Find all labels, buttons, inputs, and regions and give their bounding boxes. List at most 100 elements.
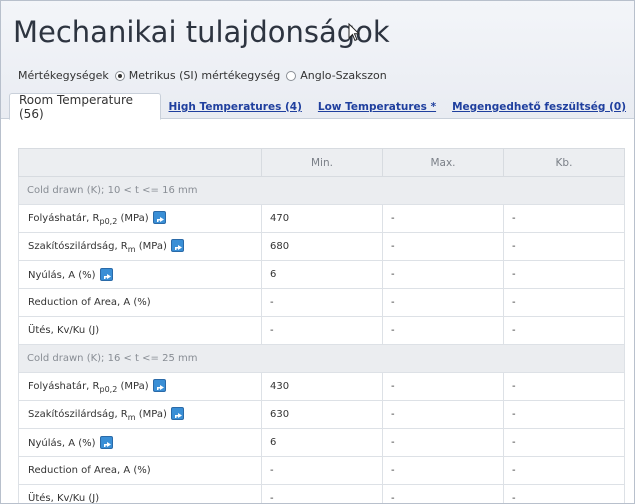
table-row: Folyáshatár, Rp0,2 (MPa) 470- - xyxy=(18,204,625,233)
property-name: Reduction of Area, A (%) xyxy=(28,297,151,308)
value-min: - xyxy=(261,288,383,317)
group-label: Cold drawn (K); 16 < t <= 25 mm xyxy=(18,344,625,373)
property-cell: Reduction of Area, A (%) xyxy=(18,456,262,485)
table-row: Szakítószilárdság, Rm (MPa) 680- - xyxy=(18,232,625,261)
units-label: Mértékegységek xyxy=(18,69,109,82)
unit-selector: Mértékegységek Metrikus (SI) mértékegysé… xyxy=(18,69,393,82)
property-cell: Nyúlás, A (%) xyxy=(18,260,262,289)
chart-link-icon[interactable] xyxy=(170,239,184,252)
table-row: Nyúlás, A (%) 6- - xyxy=(18,428,625,457)
property-name: Nyúlás, A (%) xyxy=(28,270,96,281)
value-kb: - xyxy=(503,428,625,457)
property-cell: Folyáshatár, Rp0,2 (MPa) xyxy=(18,372,262,401)
value-min: 6 xyxy=(261,260,383,289)
group-row: Cold drawn (K); 10 < t <= 16 mm xyxy=(18,176,625,205)
property-cell: Ütés, Kv/Ku (J) xyxy=(18,316,262,345)
tab-room-temperature[interactable]: Room Temperature (56) xyxy=(9,93,161,121)
property-unit: (MPa) xyxy=(117,213,149,224)
radio-anglo-label[interactable]: Anglo-Szakszon xyxy=(300,69,387,82)
tab-low-temperatures[interactable]: Low Temperatures * xyxy=(310,93,444,120)
properties-table-container: Min. Max. Kb. Cold drawn (K); 10 < t <= … xyxy=(18,148,625,504)
tab-bar: Room Temperature (56) High Temperatures … xyxy=(9,93,634,121)
chart-link-icon[interactable] xyxy=(99,268,113,281)
window: Mechanikai tulajdonságok Mértékegységek … xyxy=(0,0,635,504)
tab-high-temperatures[interactable]: High Temperatures (4) xyxy=(161,93,310,120)
table-row: Ütés, Kv/Ku (J) - - - xyxy=(18,316,625,345)
mouse-cursor-icon xyxy=(348,23,360,42)
chart-link-icon[interactable] xyxy=(152,379,166,392)
value-max: - xyxy=(382,288,504,317)
value-max: - xyxy=(382,456,504,485)
value-kb: - xyxy=(503,484,625,503)
value-kb: - xyxy=(503,260,625,289)
page-header: Mechanikai tulajdonságok Mértékegységek … xyxy=(1,1,634,121)
value-kb: - xyxy=(503,316,625,345)
group-row: Cold drawn (K); 16 < t <= 25 mm xyxy=(18,344,625,373)
value-min: 470 xyxy=(261,204,383,233)
value-kb: - xyxy=(503,232,625,261)
value-max: - xyxy=(382,400,504,429)
table-row: Szakítószilárdság, Rm (MPa) 630- - xyxy=(18,400,625,429)
value-max: - xyxy=(382,204,504,233)
header-min: Min. xyxy=(261,148,383,177)
property-cell: Ütés, Kv/Ku (J) xyxy=(18,484,262,504)
value-max: - xyxy=(382,232,504,261)
property-unit: (MPa) xyxy=(117,381,149,392)
value-min: 680 xyxy=(261,232,383,261)
property-cell: Szakítószilárdság, Rm (MPa) xyxy=(18,400,262,429)
property-name: Szakítószilárdság, R xyxy=(28,241,128,252)
radio-metric[interactable] xyxy=(114,70,125,81)
property-name: Nyúlás, A (%) xyxy=(28,438,96,449)
value-max: - xyxy=(382,428,504,457)
value-kb: - xyxy=(503,400,625,429)
value-max: - xyxy=(382,260,504,289)
value-kb: - xyxy=(503,204,625,233)
header-kb: Kb. xyxy=(503,148,625,177)
value-kb: - xyxy=(503,372,625,401)
value-min: - xyxy=(261,316,383,345)
radio-anglo[interactable] xyxy=(286,70,297,81)
value-kb: - xyxy=(503,456,625,485)
header-max: Max. xyxy=(382,148,504,177)
group-label: Cold drawn (K); 10 < t <= 16 mm xyxy=(18,176,625,205)
table-body: Cold drawn (K); 10 < t <= 16 mm Folyáshat… xyxy=(18,176,625,504)
table-row: Ütés, Kv/Ku (J) - - - xyxy=(18,484,625,504)
value-min: 430 xyxy=(261,372,383,401)
properties-table: Min. Max. Kb. Cold drawn (K); 10 < t <= … xyxy=(18,148,625,504)
value-min: - xyxy=(261,456,383,485)
property-name: Reduction of Area, A (%) xyxy=(28,465,151,476)
property-subscript: p0,2 xyxy=(99,385,118,394)
property-subscript: m xyxy=(127,413,136,422)
property-name: Ütés, Kv/Ku (J) xyxy=(28,493,100,504)
value-max: - xyxy=(382,484,504,503)
table-row: Reduction of Area, A (%) - - - xyxy=(18,288,625,317)
value-max: - xyxy=(382,316,504,345)
property-name: Szakítószilárdság, R xyxy=(28,409,128,420)
radio-metric-label[interactable]: Metrikus (SI) mértékegység xyxy=(129,69,281,82)
header-property xyxy=(18,148,262,177)
property-subscript: m xyxy=(127,245,136,254)
property-unit: (MPa) xyxy=(135,241,167,252)
value-max: - xyxy=(382,372,504,401)
chart-link-icon[interactable] xyxy=(99,436,113,449)
page-title: Mechanikai tulajdonságok xyxy=(13,15,390,49)
table-row: Folyáshatár, Rp0,2 (MPa) 430- - xyxy=(18,372,625,401)
table-row: Nyúlás, A (%) 6- - xyxy=(18,260,625,289)
property-cell: Reduction of Area, A (%) xyxy=(18,288,262,317)
property-name: Folyáshatár, R xyxy=(28,381,100,392)
property-cell: Szakítószilárdság, Rm (MPa) xyxy=(18,232,262,261)
property-name: Ütés, Kv/Ku (J) xyxy=(28,325,100,336)
value-min: - xyxy=(261,484,383,503)
chart-link-icon[interactable] xyxy=(152,211,166,224)
value-min: 630 xyxy=(261,400,383,429)
table-row: Reduction of Area, A (%) - - - xyxy=(18,456,625,485)
tab-allowable-stress[interactable]: Megengedhető feszültség (0) xyxy=(444,93,634,120)
property-cell: Folyáshatár, Rp0,2 (MPa) xyxy=(18,204,262,233)
value-min: 6 xyxy=(261,428,383,457)
property-name: Folyáshatár, R xyxy=(28,213,100,224)
table-header-row: Min. Max. Kb. xyxy=(18,148,625,177)
value-kb: - xyxy=(503,288,625,317)
chart-link-icon[interactable] xyxy=(170,407,184,420)
property-subscript: p0,2 xyxy=(99,217,118,226)
property-cell: Nyúlás, A (%) xyxy=(18,428,262,457)
